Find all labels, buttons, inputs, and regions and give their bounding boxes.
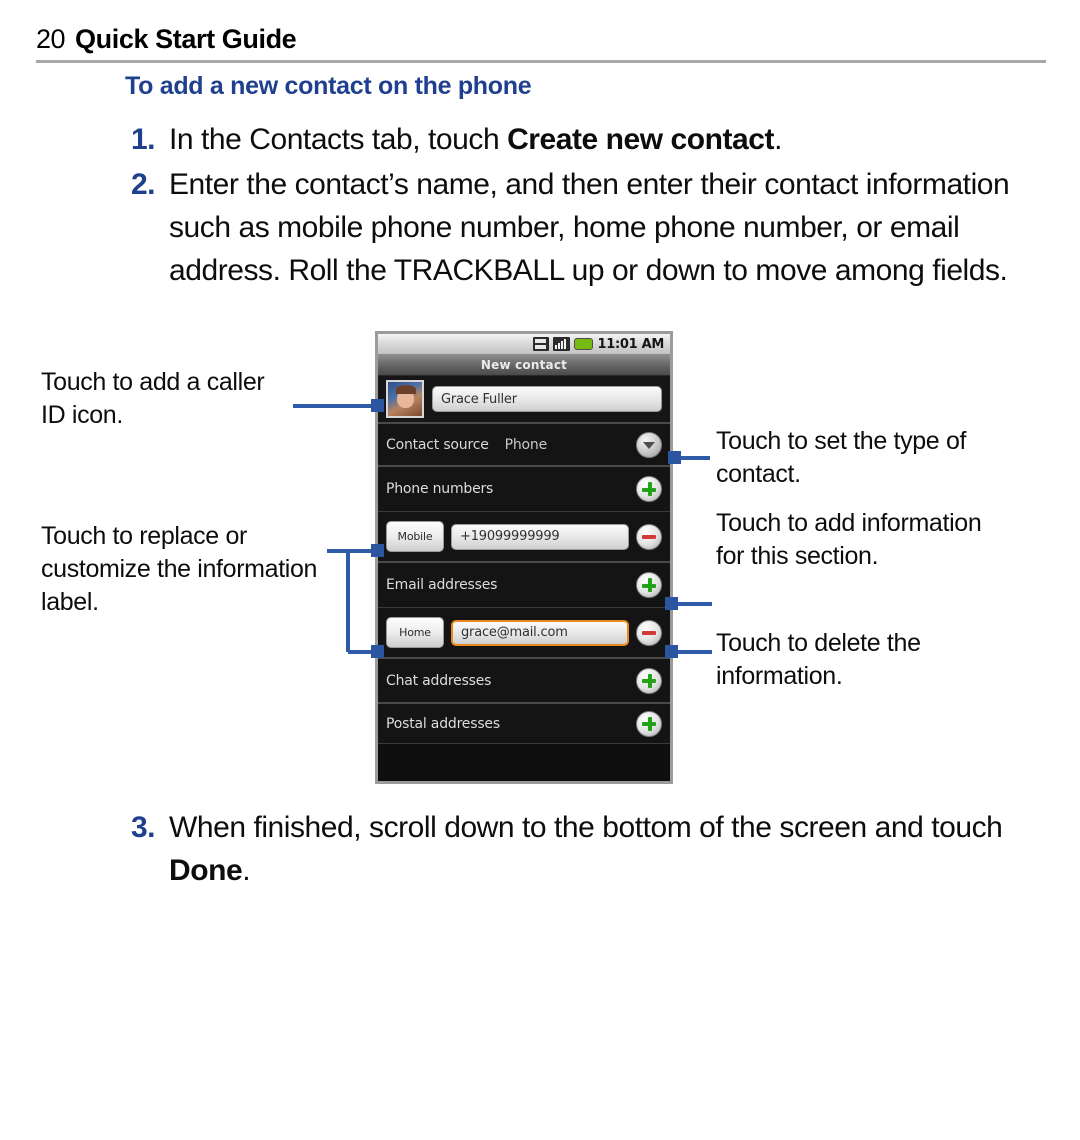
section-header-phone-numbers: Phone numbers [378,467,670,512]
chevron-down-icon[interactable] [636,431,662,458]
step-text-before: In the Contacts tab, touch [169,123,508,156]
step-text-before: When finished, scroll down to the bottom… [169,811,1003,844]
page-number: 20 [36,24,66,54]
contact-name-row: Grace Fuller [378,376,670,424]
contact-source-value: Phone [504,436,548,453]
screen-title-bar: New contact [378,355,670,376]
step-text-bold: Done [169,854,243,887]
step-number: 1. [131,123,156,156]
section-header-email-addresses: Email addresses [378,563,670,608]
section-header-chat-addresses: Chat addresses [378,659,670,704]
email-input[interactable]: grace@mail.com [451,619,629,646]
phone-number-entry-row: Mobile +19099999999 [378,512,670,563]
remove-phone-number-button[interactable] [636,523,662,550]
step-number: 3. [131,811,156,844]
step-text: Enter the contact’s name, and then enter… [169,163,1031,292]
steps-list: 1. In the Contacts tab, touch Create new… [131,118,1031,294]
contact-source-label: Contact source [386,436,489,453]
section-heading: To add a new contact on the phone [125,72,532,100]
screen-title: New contact [480,358,568,372]
step-text-before: Enter the contact’s name, and then enter… [169,168,1010,287]
annotation-caller-id: Touch to add a caller ID icon. [41,368,265,429]
phone-screenshot: 11:01 AM New contact Grace Fuller Contac… [375,331,673,784]
page-title: Quick Start Guide [75,24,297,54]
step-item: 1. In the Contacts tab, touch Create new… [131,118,1031,161]
annotation-add-info: Touch to add information for this sectio… [716,509,982,570]
signal-bars-icon [553,337,571,351]
step-number: 2. [131,168,156,201]
phone-type-button[interactable]: Mobile [386,521,444,552]
status-bar: 11:01 AM [378,334,670,355]
step-text: In the Contacts tab, touch Create new co… [169,118,1031,161]
section-label: Email addresses [386,577,498,593]
section-label: Chat addresses [386,672,492,689]
contact-name-input[interactable]: Grace Fuller [432,386,662,412]
step-text-after: . [242,854,251,887]
annotation-set-type: Touch to set the type of contact. [716,427,967,488]
step-text: When finished, scroll down to the bottom… [169,806,1041,892]
step-text-bold: Create new contact [507,123,775,156]
remove-email-button[interactable] [636,619,662,646]
section-label: Postal addresses [386,715,500,732]
email-type-button[interactable]: Home [386,617,444,648]
contact-source-text: Contact source Phone [386,437,547,453]
add-postal-address-button[interactable] [636,710,662,737]
status-time: 11:01 AM [597,336,664,352]
annotation-replace-label: Touch to replace or customize the inform… [41,522,318,616]
section-label: Phone numbers [386,481,494,497]
contact-source-row[interactable]: Contact source Phone [378,424,670,467]
step-item: 3. When finished, scroll down to the bot… [131,806,1041,892]
data-transfer-icon [533,337,550,351]
avatar[interactable] [386,380,424,418]
add-phone-number-button[interactable] [636,476,662,502]
add-chat-address-button[interactable] [636,667,662,694]
add-email-button[interactable] [636,572,662,598]
step-text-after: . [774,123,782,156]
battery-icon [574,338,594,350]
annotation-delete-info: Touch to delete the information. [716,629,921,690]
page-header: 20 Quick Start Guide [36,24,1046,55]
section-header-postal-addresses: Postal addresses [378,704,670,744]
phone-number-input[interactable]: +19099999999 [451,523,629,550]
step-item: 2. Enter the contact’s name, and then en… [131,163,1031,292]
header-divider [36,60,1046,63]
email-entry-row: Home grace@mail.com [378,608,670,659]
